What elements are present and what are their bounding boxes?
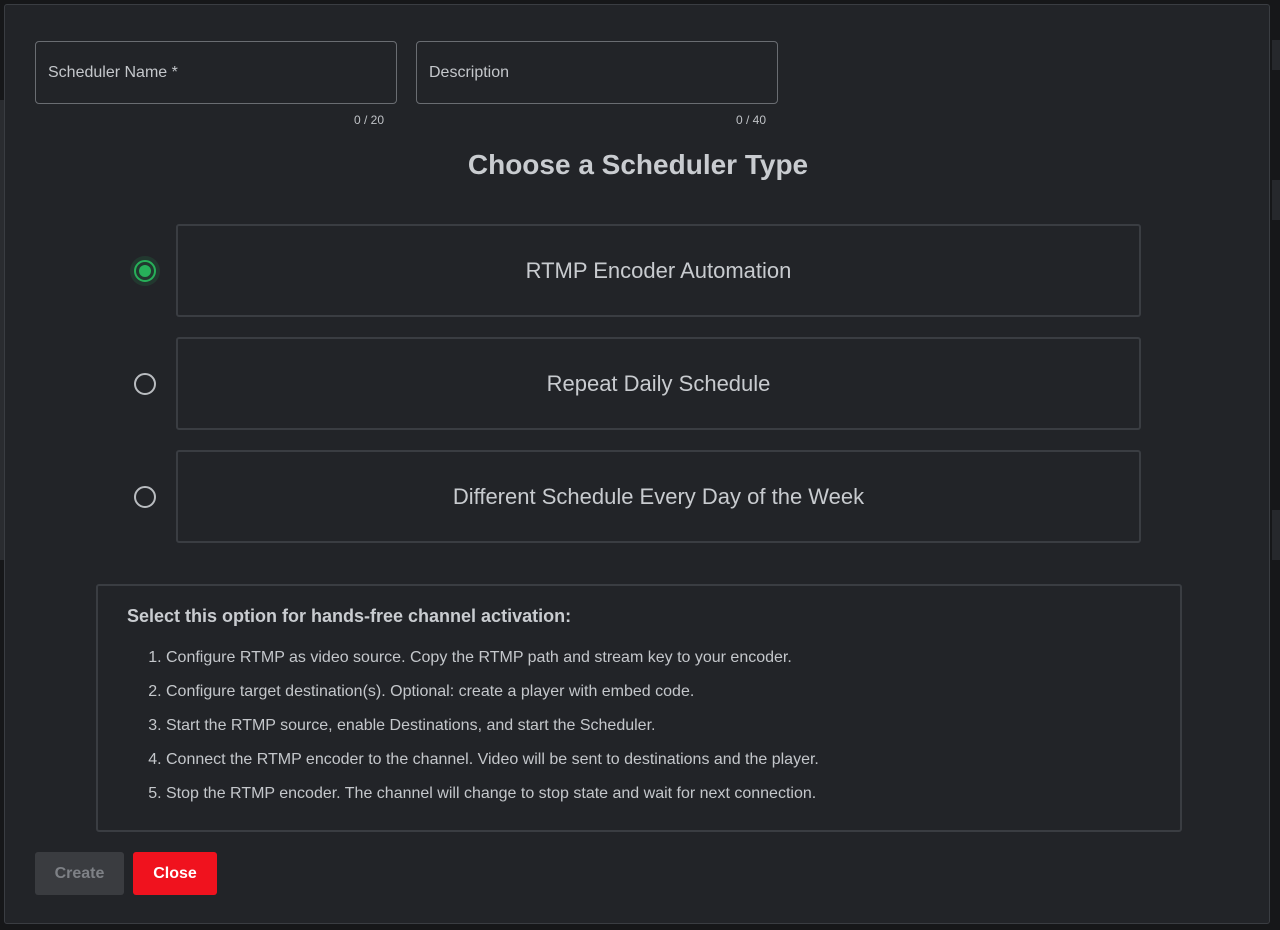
close-button[interactable]: Close (133, 852, 217, 895)
page-title: Choose a Scheduler Type (467, 149, 809, 180)
radio-rtmp-encoder-automation[interactable] (130, 256, 160, 286)
option-label: RTMP Encoder Automation (525, 257, 792, 283)
description-input[interactable] (417, 42, 777, 103)
info-heading: Select this option for hands-free channe… (127, 606, 572, 626)
option-description-panel: Select this option for hands-free channe… (96, 584, 1182, 832)
background-panel (1272, 40, 1280, 70)
radio-different-schedule-every-day[interactable] (134, 486, 156, 508)
scheduler-name-field[interactable] (35, 41, 397, 104)
option-repeat-daily-schedule[interactable]: Repeat Daily Schedule (176, 337, 1141, 430)
info-step: Connect the RTMP encoder to the channel.… (166, 748, 819, 782)
option-label: Repeat Daily Schedule (546, 370, 771, 396)
create-scheduler-dialog: 0 / 20 0 / 40 Choose a Scheduler Type RT… (4, 4, 1270, 924)
create-button[interactable]: Create (35, 852, 124, 895)
radio-repeat-daily-schedule[interactable] (134, 373, 156, 395)
scheduler-name-counter: 0 / 20 (353, 113, 384, 127)
info-step: Start the RTMP source, enable Destinatio… (166, 714, 819, 748)
info-step: Stop the RTMP encoder. The channel will … (166, 782, 819, 816)
background-panel (1272, 510, 1280, 560)
option-label: Different Schedule Every Day of the Week (452, 483, 865, 509)
description-field[interactable] (416, 41, 778, 104)
background-panel (1272, 180, 1280, 220)
option-different-schedule-every-day[interactable]: Different Schedule Every Day of the Week (176, 450, 1141, 543)
info-steps-list: Configure RTMP as video source. Copy the… (126, 646, 819, 816)
info-step: Configure target destination(s). Optiona… (166, 680, 819, 714)
description-counter: 0 / 40 (735, 113, 766, 127)
option-rtmp-encoder-automation[interactable]: RTMP Encoder Automation (176, 224, 1141, 317)
info-step: Configure RTMP as video source. Copy the… (166, 646, 819, 680)
scheduler-name-input[interactable] (36, 42, 396, 103)
